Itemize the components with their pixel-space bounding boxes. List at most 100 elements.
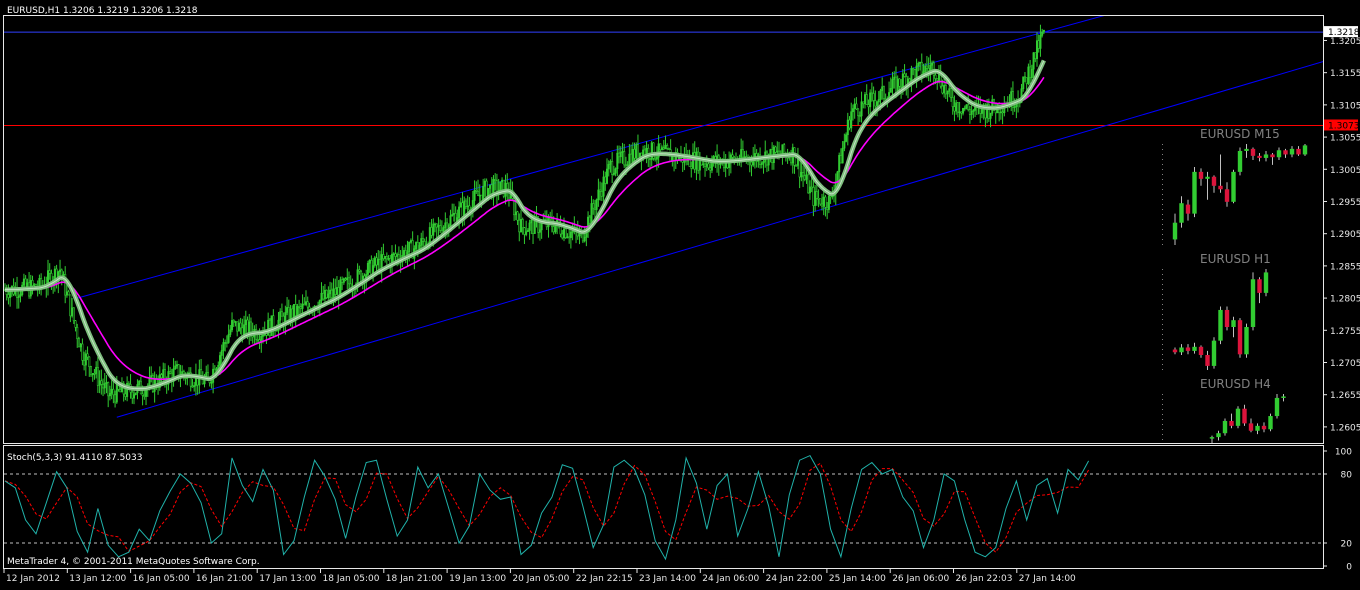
candle-body [394,253,397,257]
chart-window[interactable]: EURUSD M15 EURUSD H1 EURUSD H4 EURUSD,H1 1… [0,0,1360,586]
indicator-label: Stoch(5,3,3) 91.4110 87.5033 [7,453,142,463]
candle-body [588,216,591,224]
mini-panel-dot [1162,269,1163,270]
candle-body [475,189,478,192]
candle-body [258,339,261,343]
chart-canvas[interactable]: EURUSD M15 EURUSD H1 EURUSD H4 EURUSD,H1 1… [0,0,1360,586]
candle-body [1022,76,1025,90]
mini-panel-dot [1162,244,1163,245]
mini-candle-body [1270,154,1275,158]
candle-body [375,257,378,266]
candle-body [599,189,602,192]
candle-body [494,179,497,182]
candle-body [876,101,879,107]
candle-body [421,238,424,242]
mini-panel-dot [1162,404,1163,405]
candle-body [948,88,951,92]
mini-panel-dot [1162,214,1163,215]
mini-candle-body [1224,309,1230,328]
candle-body [392,253,395,255]
candle-body [478,194,481,197]
candle-body [865,94,868,105]
candle-body [702,163,705,166]
candle-body [528,222,531,231]
candle-body [499,181,502,191]
candle-body [951,97,954,107]
mini-panel-dot [1162,319,1163,320]
mini-candle-body [1268,416,1273,430]
candle-body [77,338,80,348]
candle-body [518,219,521,233]
candle-body [396,254,399,257]
mini-candle-body [1209,437,1215,439]
price-tick-label: 1.2605 [1330,423,1360,433]
candle-body [929,64,932,72]
candle-body [432,223,435,236]
mini-candle-body [1172,222,1178,240]
price-label: 1.3218 [1328,28,1360,38]
candle-body [943,85,946,94]
mini-panel-title: EURUSD H4 [1200,377,1271,391]
candle-body [667,148,670,151]
candle-body [19,294,22,297]
candle-body [750,161,753,166]
mini-panel-dot [1162,409,1163,410]
mini-panel-dot [1162,174,1163,175]
candle-body [403,250,406,256]
candle-body [76,326,79,340]
mini-candle-body [1250,148,1256,156]
candle-body [256,339,259,341]
mini-panel-dot [1162,434,1163,435]
main-candles [4,24,1045,408]
candle-body [597,189,600,201]
copyright-text: MetaTrader 4, © 2001-2011 MetaQuotes Sof… [7,557,260,567]
candle-body [762,161,765,164]
regression-channel[interactable] [77,0,1323,418]
candle-body [867,104,870,108]
mini-panel-dot [1162,324,1163,325]
candle-body [595,199,598,210]
candle-body [891,79,894,89]
channel-upper-line[interactable] [77,0,1323,299]
candle-body [901,73,904,88]
candle-body [820,203,823,207]
mini-panel-dot [1162,349,1163,350]
candle-body [953,106,956,112]
candle-body [249,321,252,333]
candle-body [612,172,615,175]
candle-body [626,164,629,166]
candle-body [795,165,798,167]
candle-body [600,191,603,197]
candle-body [452,213,455,215]
candle-body [270,315,273,336]
candle-body [79,343,82,348]
price-tick-label: 1.3155 [1330,69,1360,79]
candle-body [384,256,387,259]
candle-body [451,214,454,217]
channel-lower-line[interactable] [116,61,1323,418]
mini-candle-body [1257,155,1262,158]
time-tick-label: 18 Jan 05:00 [323,574,380,584]
candle-body [346,277,349,281]
candle-body [984,108,987,119]
candle-body [210,382,213,384]
mini-candle-body [1231,171,1236,202]
price-tick-label: 1.3105 [1330,101,1360,111]
candle-body [299,306,302,309]
mini-panel-dot [1162,344,1163,345]
candle-body [822,196,825,207]
candle-body [439,225,442,231]
candle-body [857,108,860,116]
candle-body [924,65,927,72]
candle-body [437,225,440,228]
candle-body [695,151,698,170]
time-tick-label: 25 Jan 14:00 [829,574,886,584]
candle-body [968,109,971,115]
mini-panel-dot [1162,364,1163,365]
candle-body [323,289,326,300]
candle-body [102,384,105,389]
candle-body [655,156,658,160]
candle-body [115,383,118,403]
mini-panel-dot [1162,424,1163,425]
mini-candle-body [1224,189,1230,202]
